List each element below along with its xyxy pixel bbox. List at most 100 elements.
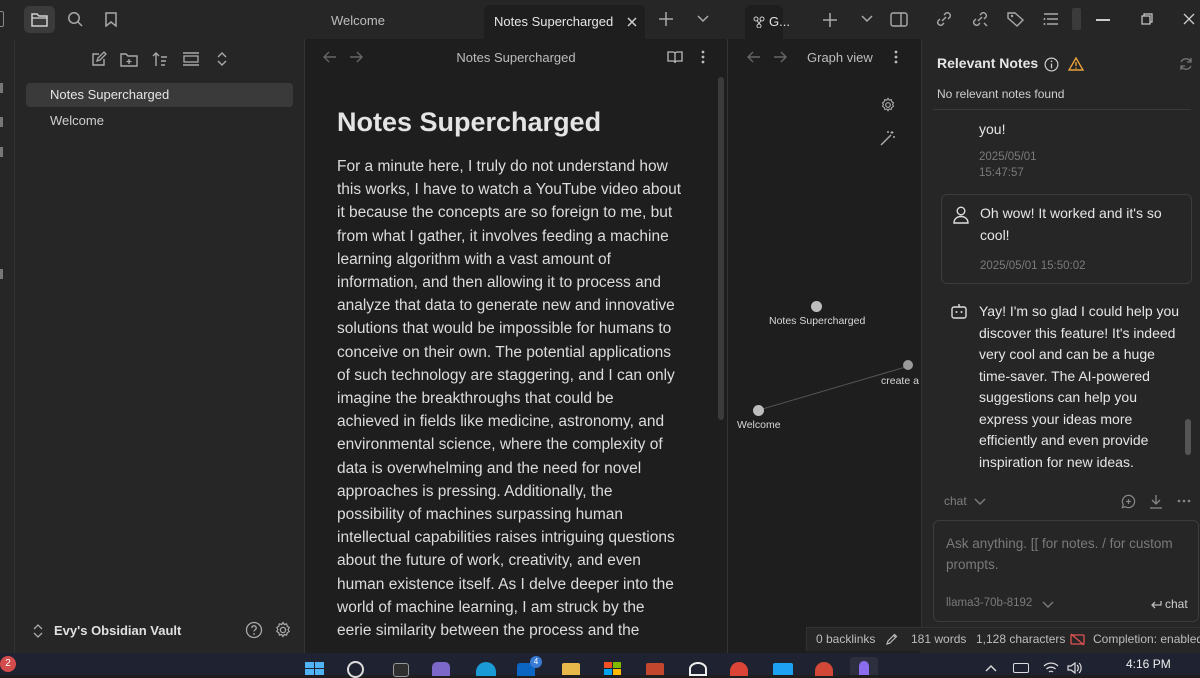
file-explorer-icon[interactable] xyxy=(562,663,580,675)
graph-node-notes-supercharged[interactable] xyxy=(811,301,822,312)
note-body[interactable]: For a minute here, I truly do not unders… xyxy=(337,155,682,642)
edge-browser-icon[interactable] xyxy=(476,662,496,676)
note-line: intellectual capabilities raises intrigu… xyxy=(337,529,675,547)
file-explorer: Notes Supercharged Welcome Evy's Obsidia… xyxy=(15,39,305,653)
chat-input-placeholder[interactable]: Ask anything. [[ for notes. / for custom… xyxy=(946,533,1186,575)
editor-header-title[interactable]: Notes Supercharged xyxy=(306,50,726,65)
new-chat-icon[interactable] xyxy=(1120,493,1136,509)
file-item-notes-supercharged[interactable]: Notes Supercharged xyxy=(26,83,293,107)
previous-message-time: 15:47:57 xyxy=(979,167,1024,179)
ribbon-icon-stub[interactable] xyxy=(0,269,3,279)
graph-node-create[interactable] xyxy=(903,360,913,370)
expand-collapse-icon[interactable] xyxy=(213,50,231,68)
obsidian-taskbar-button[interactable] xyxy=(850,657,878,675)
taskbar-search-icon[interactable] xyxy=(347,661,364,678)
tab-list-chevron-right-icon[interactable] xyxy=(860,13,874,25)
help-icon[interactable] xyxy=(245,621,263,639)
toggle-right-sidebar-icon[interactable] xyxy=(889,10,909,28)
windows-start-icon[interactable] xyxy=(305,662,325,675)
files-icon[interactable] xyxy=(24,6,55,33)
model-chevron-icon[interactable] xyxy=(1042,600,1054,610)
file-item-welcome[interactable]: Welcome xyxy=(26,109,293,133)
chat-scrollbar[interactable] xyxy=(1185,419,1191,455)
settings-gear-icon[interactable] xyxy=(274,621,292,639)
graph-view-pane[interactable]: Graph view Notes Supercharged create a l… xyxy=(727,39,924,653)
bot-avatar-icon xyxy=(949,301,969,321)
twitter-icon[interactable] xyxy=(773,663,793,675)
note-line: imagine the breakthroughs that could be xyxy=(337,390,614,408)
note-line: information, and then allowing it to pro… xyxy=(337,274,661,292)
link-icon[interactable] xyxy=(934,9,954,29)
note-line: data is overwhelming and the need for no… xyxy=(337,459,642,477)
ribbon-icon-stub[interactable] xyxy=(0,147,3,157)
graph-node-label: Notes Supercharged xyxy=(769,315,866,327)
search-icon[interactable] xyxy=(64,8,86,30)
new-note-icon[interactable] xyxy=(90,50,108,68)
chrome-icon[interactable] xyxy=(730,662,748,676)
tab-notes-supercharged[interactable]: Notes Supercharged xyxy=(484,5,645,39)
completion-off-icon[interactable] xyxy=(1069,632,1085,646)
graph-node-label: Welcome xyxy=(737,419,781,431)
minimize-button[interactable] xyxy=(1096,19,1110,21)
download-icon[interactable] xyxy=(1148,493,1164,509)
sort-icon[interactable] xyxy=(151,50,169,68)
notification-badge[interactable]: 2 xyxy=(0,656,16,672)
new-tab-icon[interactable] xyxy=(657,9,675,29)
volume-icon[interactable] xyxy=(1067,661,1083,675)
tray-chevron-up-icon[interactable] xyxy=(985,663,997,673)
refresh-icon[interactable] xyxy=(1178,56,1194,72)
user-message-timestamp: 2025/05/01 15:50:02 xyxy=(980,260,1086,272)
ribbon-icon-stub[interactable] xyxy=(0,83,3,93)
chat-mode-selector[interactable]: chat xyxy=(944,494,967,508)
close-tab-icon[interactable] xyxy=(625,15,639,29)
restore-button[interactable] xyxy=(1140,12,1154,26)
bot-message: Yay! I'm so glad I could help you discov… xyxy=(979,301,1189,471)
close-window-button[interactable] xyxy=(1182,12,1196,26)
new-folder-icon[interactable] xyxy=(120,50,138,68)
vault-switch-icon[interactable] xyxy=(31,623,45,639)
threads-icon[interactable] xyxy=(689,662,707,676)
bot-message-text: Yay! I'm so glad I could help you discov… xyxy=(979,303,1180,470)
note-line: solutions that would be impossible for h… xyxy=(337,320,672,338)
vault-name[interactable]: Evy's Obsidian Vault xyxy=(54,623,181,638)
tab-graph[interactable]: G... xyxy=(745,5,790,39)
tab-list-chevron-icon[interactable] xyxy=(695,12,711,26)
note-title[interactable]: Notes Supercharged xyxy=(337,107,601,138)
divider xyxy=(933,109,1191,110)
outgoing-links-icon[interactable] xyxy=(970,9,990,29)
status-bar: 0 backlinks 181 words 1,128 characters C… xyxy=(806,627,1200,651)
reading-view-icon[interactable] xyxy=(666,48,684,66)
graph-node-welcome[interactable] xyxy=(753,405,764,416)
chrome-profile-icon[interactable] xyxy=(815,662,833,676)
backlinks-count[interactable]: 0 backlinks xyxy=(816,632,875,646)
collapse-all-icon[interactable] xyxy=(182,50,200,68)
mode-chevron-icon[interactable] xyxy=(974,497,986,507)
tags-icon[interactable] xyxy=(1006,9,1026,29)
editor-scrollbar[interactable] xyxy=(718,77,724,420)
outline-icon[interactable] xyxy=(1042,10,1060,28)
bookmark-icon[interactable] xyxy=(100,8,122,30)
office-icon[interactable] xyxy=(646,663,664,675)
edit-pencil-icon[interactable] xyxy=(885,632,899,646)
wifi-icon[interactable] xyxy=(1043,661,1059,675)
battery-icon[interactable] xyxy=(1013,663,1029,673)
chat-input-box[interactable]: Ask anything. [[ for notes. / for custom… xyxy=(933,520,1199,622)
send-chat-button[interactable]: chat xyxy=(1165,597,1188,611)
previous-message-tail: you! xyxy=(979,121,1006,137)
previous-message-date: 2025/05/01 xyxy=(979,151,1037,163)
microsoft-store-icon[interactable] xyxy=(604,662,622,675)
teams-icon[interactable] xyxy=(432,662,450,676)
warning-icon[interactable] xyxy=(1067,56,1085,72)
new-tab-right-icon[interactable] xyxy=(822,12,838,28)
ribbon-icon-stub[interactable] xyxy=(0,117,3,127)
more-options-icon[interactable] xyxy=(698,48,708,66)
clock-time[interactable]: 4:16 PM xyxy=(1126,657,1171,671)
completion-status[interactable]: Completion: enabled xyxy=(1093,632,1200,646)
more-chat-options-icon[interactable] xyxy=(1176,493,1192,509)
note-line: possibility of machines surpassing human xyxy=(337,506,624,524)
title-bar: Welcome Notes Supercharged G... xyxy=(0,0,1200,39)
tab-welcome[interactable]: Welcome xyxy=(331,13,385,28)
note-line: eerie similarity between the process and… xyxy=(337,622,640,640)
info-icon[interactable] xyxy=(1043,56,1059,72)
model-selector[interactable]: llama3-70b-8192 xyxy=(946,597,1032,609)
